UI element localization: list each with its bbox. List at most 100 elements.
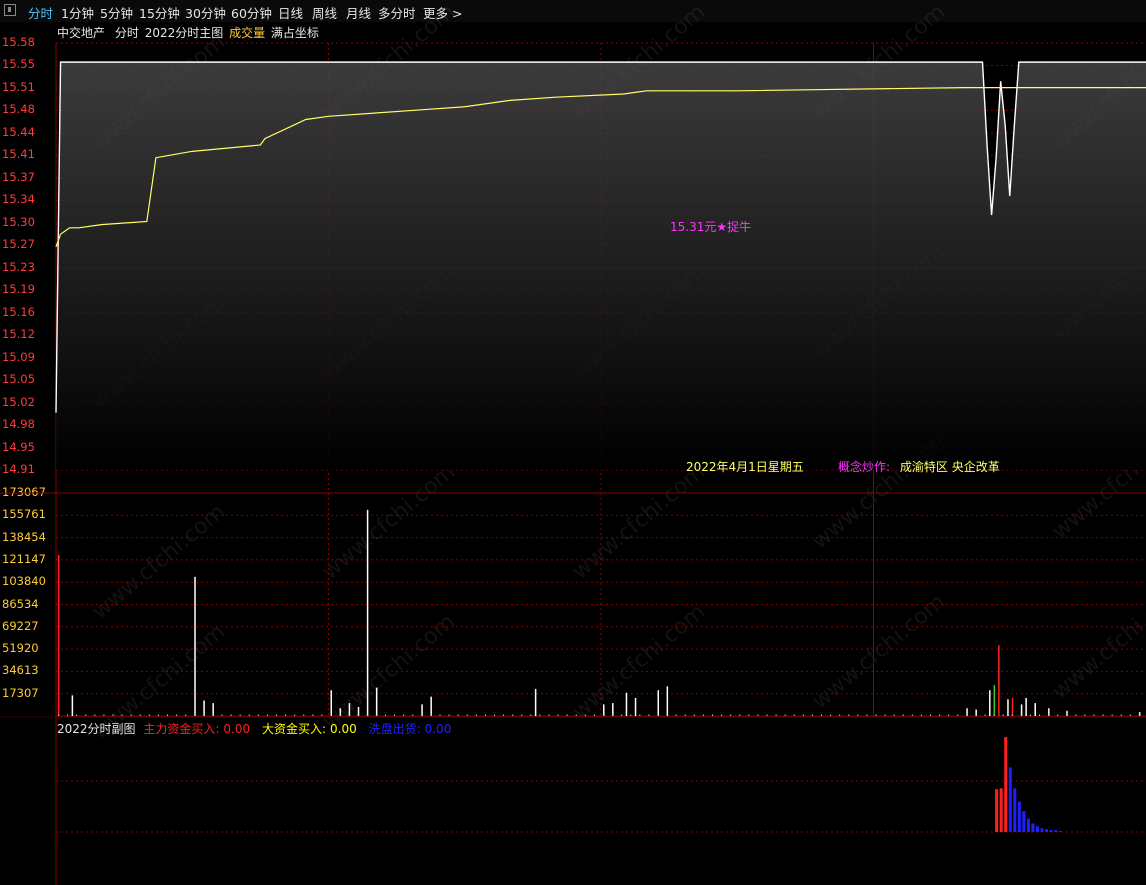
volume-bar-tick bbox=[67, 714, 69, 716]
volume-bar-tick bbox=[521, 714, 523, 716]
volume-bar-tick bbox=[248, 714, 250, 716]
subchart-bar bbox=[1004, 737, 1008, 832]
subchart-bar bbox=[995, 789, 999, 832]
wash-value: 0.00 bbox=[424, 722, 452, 736]
subchart-bar bbox=[1022, 811, 1026, 832]
watermark-text: www.cfchi.com bbox=[808, 589, 950, 714]
subchart-header: 2022分时副图 主力资金买入: 0.00 大资金买入: 0.00 洗盘出货: 0.0… bbox=[57, 720, 455, 737]
volume-bar bbox=[330, 690, 332, 716]
volume-bar-tick bbox=[884, 714, 886, 716]
volume-bar-tick bbox=[739, 714, 741, 716]
price-area-fill bbox=[56, 62, 1146, 470]
volume-bar-tick bbox=[957, 714, 959, 716]
volume-bar-tick bbox=[857, 714, 859, 716]
watermark-text: www.cfchi.com bbox=[318, 459, 460, 584]
watermark-text: www.cfchi.com bbox=[1048, 579, 1146, 704]
volume-bar bbox=[366, 509, 369, 716]
volume-bar-tick bbox=[421, 714, 423, 716]
volume-bar-tick bbox=[157, 714, 159, 716]
volume-bar-tick bbox=[330, 714, 332, 716]
volume-bar-tick bbox=[966, 714, 968, 716]
volume-bar-tick bbox=[920, 714, 922, 716]
volume-bar-tick bbox=[902, 714, 904, 716]
volume-bar-tick bbox=[221, 714, 223, 716]
volume-bar-tick bbox=[484, 714, 486, 716]
volume-bar-tick bbox=[1120, 714, 1122, 716]
subchart-bar bbox=[1054, 830, 1058, 832]
big-funds-label: 大资金买入: bbox=[261, 722, 327, 736]
volume-bar bbox=[993, 685, 996, 716]
volume-bar bbox=[1007, 699, 1009, 716]
volume-bar-tick bbox=[348, 714, 350, 716]
big-funds-value: 0.00 bbox=[330, 722, 357, 736]
volume-bar-tick bbox=[266, 714, 268, 716]
volume-bar bbox=[430, 696, 432, 716]
volume-bar-tick bbox=[121, 714, 123, 716]
volume-bar-tick bbox=[848, 714, 850, 716]
volume-bar bbox=[1025, 697, 1027, 716]
volume-bar-tick bbox=[1102, 714, 1104, 716]
volume-bar bbox=[625, 692, 628, 716]
volume-bar bbox=[666, 686, 669, 716]
timeshare-chart[interactable]: www.cfchi.com www.cfchi.com www.cfchi.com w… bbox=[0, 0, 1146, 885]
volume-bar-tick bbox=[1029, 714, 1031, 716]
volume-bar-tick bbox=[893, 714, 895, 716]
volume-bar-tick bbox=[457, 714, 459, 716]
volume-bar-tick bbox=[212, 714, 214, 716]
date-text: 2022年4月1日星期五 bbox=[686, 460, 804, 474]
volume-bar-tick bbox=[185, 714, 187, 716]
volume-bar-tick bbox=[1002, 714, 1004, 716]
volume-bar bbox=[71, 695, 74, 716]
volume-bar bbox=[634, 697, 637, 716]
volume-bar bbox=[534, 688, 537, 716]
volume-bar-tick bbox=[675, 714, 677, 716]
subchart-title[interactable]: 2022分时副图 bbox=[57, 722, 136, 736]
volume-bar-tick bbox=[648, 714, 650, 716]
volume-bar-tick bbox=[194, 714, 196, 716]
volume-bar-tick bbox=[666, 714, 668, 716]
main-funds-value: 0.00 bbox=[223, 722, 251, 736]
volume-bar-tick bbox=[148, 714, 150, 716]
volume-bar-tick bbox=[1075, 714, 1077, 716]
subchart-bar bbox=[999, 788, 1003, 832]
volume-bar-tick bbox=[612, 714, 614, 716]
volume-bar-tick bbox=[930, 714, 931, 716]
volume-bar-tick bbox=[630, 714, 632, 716]
volume-bar-tick bbox=[639, 714, 641, 716]
volume-bar-tick bbox=[366, 714, 368, 716]
volume-bar bbox=[203, 700, 205, 716]
volume-bar-tick bbox=[494, 714, 495, 716]
volume-bar-tick bbox=[439, 714, 441, 716]
volume-bar-tick bbox=[766, 714, 768, 716]
watermark-text: www.cfchi.com bbox=[568, 599, 710, 724]
volume-bar bbox=[348, 703, 351, 716]
volume-bar-tick bbox=[276, 714, 277, 716]
volume-bar-tick bbox=[76, 714, 78, 716]
volume-bar-tick bbox=[566, 714, 568, 716]
volume-bar-tick bbox=[866, 714, 868, 716]
concept-annotation: 概念炒作: 成渝特区 央企改革 bbox=[838, 458, 1000, 475]
volume-bar-tick bbox=[775, 714, 777, 716]
volume-bar-tick bbox=[784, 714, 786, 716]
volume-bar-tick bbox=[811, 714, 813, 716]
wash-label: 洗盘出货: bbox=[368, 722, 421, 736]
volume-bar-tick bbox=[312, 714, 314, 716]
volume-bar-tick bbox=[821, 714, 822, 716]
volume-bar-tick bbox=[948, 714, 950, 716]
volume-bar-tick bbox=[939, 714, 941, 716]
subchart-bar bbox=[1058, 831, 1062, 832]
volume-bar bbox=[58, 554, 60, 716]
volume-bar-tick bbox=[230, 714, 232, 716]
concept-value: 成渝特区 央企改革 bbox=[899, 460, 1000, 474]
volume-bar-tick bbox=[512, 714, 514, 716]
volume-bar-tick bbox=[557, 714, 559, 716]
volume-bar-tick bbox=[593, 714, 595, 716]
subchart-bar bbox=[1013, 788, 1017, 832]
volume-bar-tick bbox=[657, 714, 659, 716]
volume-bar bbox=[603, 704, 605, 716]
volume-bar-tick bbox=[839, 714, 841, 716]
volume-bar-tick bbox=[1048, 714, 1050, 716]
subchart-bar bbox=[1017, 801, 1021, 832]
volume-bar-tick bbox=[394, 714, 396, 716]
volume-bar-tick bbox=[575, 714, 577, 716]
